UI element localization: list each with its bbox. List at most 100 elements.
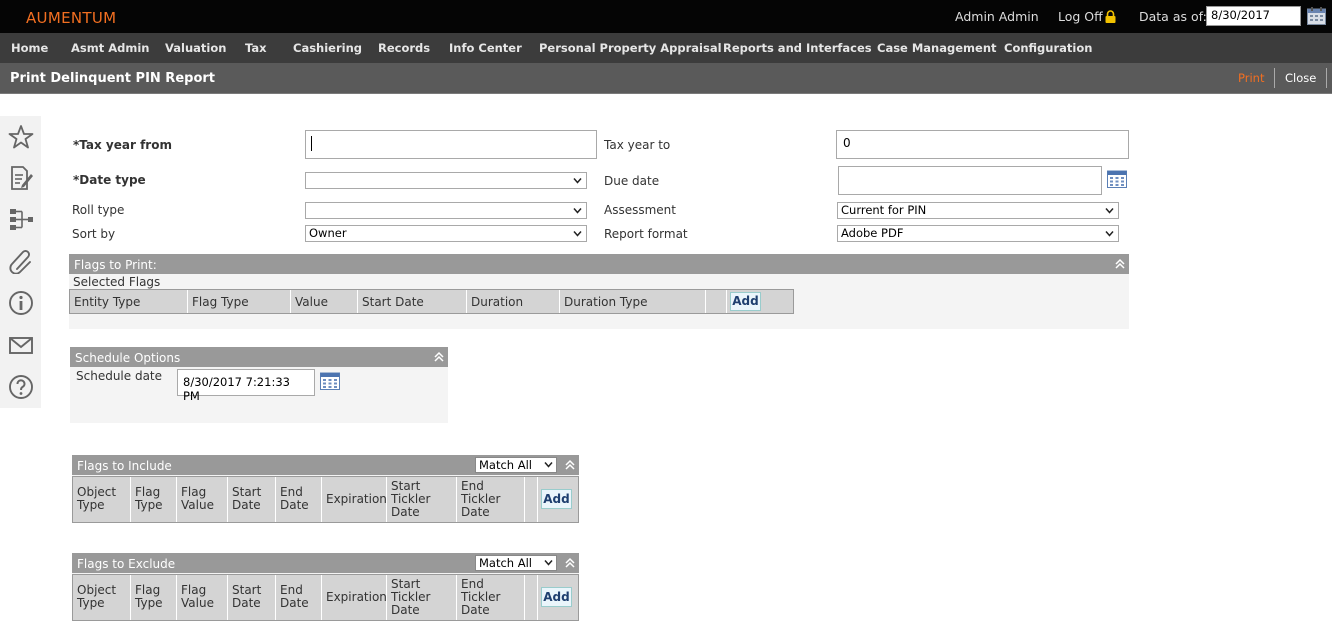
flags-to-print-header: Flags to Print: [69,254,1129,274]
sort-by-value: Owner [309,226,347,240]
column-header: Entity Type [70,290,188,313]
due-date-label: Due date [604,174,660,188]
nav-info-center[interactable]: Info Center [449,41,522,55]
chevron-down-icon [573,178,582,184]
sort-by-select[interactable]: Owner [305,225,587,242]
schedule-options-panel: Schedule Options Schedule date 8/30/2017… [70,347,448,423]
column-header: Start Tickler Date [387,477,457,522]
report-format-value: Adobe PDF [841,226,904,240]
flags-to-exclude-panel: Flags to Exclude Match All Object Type Fl… [72,553,579,621]
info-icon[interactable] [8,290,34,316]
due-date-input[interactable] [838,166,1102,195]
title-bar: Print Delinquent PIN Report Print Close [0,63,1332,94]
nav-configuration[interactable]: Configuration [1004,41,1092,55]
add-flag-exclude-button[interactable]: Add [541,587,572,607]
column-header: Flag Type [131,477,177,522]
calendar-icon[interactable] [1307,7,1326,25]
data-as-of-input[interactable]: 8/30/2017 [1206,6,1301,26]
date-type-label: *Date type [73,173,146,187]
nav-valuation[interactable]: Valuation [165,41,226,55]
match-all-select[interactable]: Match All [475,457,557,473]
tax-year-from-label: *Tax year from [73,138,172,152]
schedule-options-title: Schedule Options [75,351,181,365]
flags-to-exclude-header: Flags to Exclude Match All [72,553,579,573]
nav-asmt-admin[interactable]: Asmt Admin [71,41,149,55]
chevron-down-icon [1105,231,1114,237]
lock-icon[interactable] [1105,10,1116,23]
column-header: Start Tickler Date [387,575,457,620]
flags-to-print-panel: Flags to Print: Selected Flags Entity Ty… [69,254,1129,329]
sort-by-label: Sort by [72,227,116,241]
data-as-of-label: Data as of: [1139,9,1207,24]
roll-type-select[interactable] [305,202,587,219]
column-header: Flag Value [177,477,228,522]
calendar-icon[interactable] [320,372,340,390]
collapse-icon[interactable] [564,459,576,471]
schedule-date-input[interactable]: 8/30/2017 7:21:33 PM [177,369,315,403]
side-toolbar [0,116,41,408]
column-header [706,290,727,313]
close-button[interactable]: Close [1285,71,1316,85]
nav-case-management[interactable]: Case Management [877,41,997,55]
nav-records[interactable]: Records [378,41,430,55]
flags-to-exclude-title: Flags to Exclude [77,557,176,571]
edit-document-icon[interactable] [8,165,34,191]
main-nav: Home Asmt Admin Valuation Tax Cashiering… [0,33,1332,63]
chevron-down-icon [573,208,582,214]
star-icon[interactable] [8,124,34,150]
tax-year-from-input[interactable] [305,130,597,159]
column-header: End Date [276,477,322,522]
assessment-label: Assessment [604,203,676,217]
assessment-select[interactable]: Current for PIN [837,202,1119,219]
app-logo[interactable]: AUMENTUM [26,9,116,27]
flags-to-exclude-grid-header: Object Type Flag Type Flag Value Start Date … [72,574,579,621]
report-format-select[interactable]: Adobe PDF [837,225,1119,242]
date-type-select[interactable] [305,172,587,189]
roll-type-label: Roll type [72,203,125,217]
chevron-down-icon [544,462,553,468]
column-header: Duration [467,290,560,313]
column-header: Start Date [358,290,467,313]
tax-year-to-input[interactable]: 0 [836,130,1129,159]
logoff-link[interactable]: Log Off [1058,9,1103,24]
nav-tax[interactable]: Tax [245,41,267,55]
nav-reports-interfaces[interactable]: Reports and Interfaces [723,41,872,55]
divider [1274,68,1275,88]
flags-to-print-grid-header: Entity Type Flag Type Value Start Date D… [69,289,794,314]
hierarchy-icon[interactable] [8,206,34,232]
column-header: Start Date [228,575,276,620]
column-header: Start Date [228,477,276,522]
flags-to-include-title: Flags to Include [77,459,172,473]
help-icon[interactable] [8,374,34,400]
column-header [525,575,538,620]
match-all-select[interactable]: Match All [475,555,557,571]
nav-cashiering[interactable]: Cashiering [293,41,362,55]
add-flag-print-button[interactable]: Add [730,292,761,311]
column-header: Expiration [322,477,387,522]
collapse-icon[interactable] [1114,258,1126,270]
column-header: End Date [276,575,322,620]
column-header: Flag Type [131,575,177,620]
nav-personal-property-appraisal[interactable]: Personal Property Appraisal [539,41,722,55]
collapse-icon[interactable] [433,351,445,363]
divider [1326,68,1327,88]
nav-home[interactable]: Home [11,41,48,55]
chevron-down-icon [544,560,553,566]
collapse-icon[interactable] [564,557,576,569]
paperclip-icon[interactable] [8,248,34,274]
column-header: Expiration [322,575,387,620]
column-header: Flag Value [177,575,228,620]
chevron-down-icon [573,231,582,237]
print-button[interactable]: Print [1238,71,1264,85]
add-flag-include-button[interactable]: Add [541,489,572,509]
user-name: Admin Admin [955,9,1039,24]
mail-icon[interactable] [8,332,34,358]
column-header: Object Type [73,477,131,522]
flags-to-include-header: Flags to Include Match All [72,455,579,475]
top-bar: AUMENTUM Admin Admin Log Off Data as of:… [0,0,1332,33]
calendar-icon[interactable] [1107,170,1127,188]
schedule-date-label: Schedule date [76,369,163,383]
text-cursor [311,136,312,151]
column-header: Duration Type [560,290,706,313]
flags-to-include-grid-header: Object Type Flag Type Flag Value Start Date … [72,476,579,523]
